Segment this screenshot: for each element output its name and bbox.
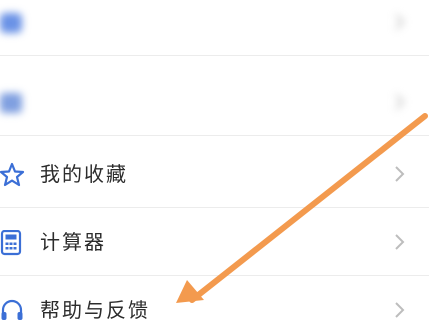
star-icon [0, 162, 26, 188]
menu-item-label: 我的收藏 [40, 162, 128, 186]
divider [0, 135, 429, 136]
divider [0, 55, 429, 56]
chevron-right-icon [395, 234, 405, 250]
chevron-right-icon [395, 94, 405, 110]
menu-item-blurred-1[interactable] [0, 0, 429, 56]
menu-item-blurred-2[interactable] [0, 68, 429, 136]
calculator-icon [0, 229, 26, 256]
chevron-right-icon [395, 302, 405, 318]
blurred-icon [0, 10, 26, 36]
menu-item-favorites[interactable]: 我的收藏 [0, 140, 429, 208]
headset-icon [0, 298, 26, 324]
menu-item-label: 帮助与反馈 [40, 298, 150, 322]
menu-item-calculator[interactable]: 计算器 [0, 208, 429, 276]
settings-screen: 我的收藏 计算器 帮助与反馈 [0, 0, 429, 336]
chevron-right-icon [395, 166, 405, 182]
blurred-icon [0, 90, 26, 116]
chevron-right-icon [395, 14, 405, 30]
menu-item-help-feedback[interactable]: 帮助与反馈 [0, 276, 429, 336]
menu-item-label: 计算器 [40, 230, 106, 254]
